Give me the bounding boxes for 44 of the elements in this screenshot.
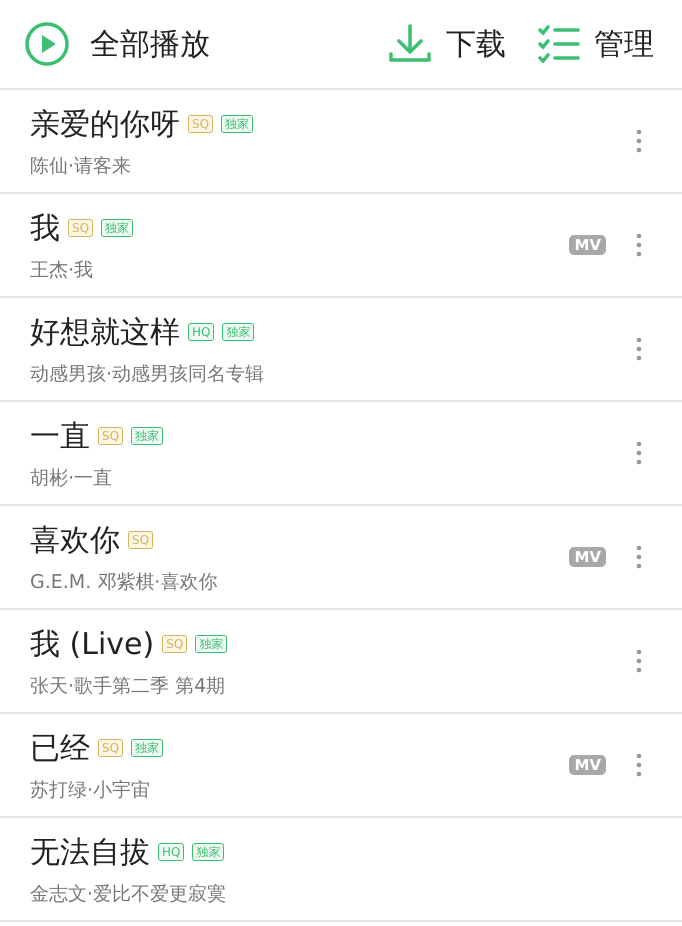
quality-tag: HQ xyxy=(188,323,214,341)
artist-album: 苏打绿·小宇宙 xyxy=(30,778,152,802)
exclusive-tag: 独家 xyxy=(192,843,224,861)
artist-album: 金志文·爱比不爱更寂寞 xyxy=(30,882,228,906)
exclusive-tag: 独家 xyxy=(101,219,134,237)
artist-album: G.E.M. 邓紫棋·喜欢你 xyxy=(30,570,218,594)
song-title: 亲爱的你呀 xyxy=(30,106,180,144)
more-icon[interactable] xyxy=(636,129,642,153)
artist-album: 张天·歌手第二季 第4期 xyxy=(30,674,226,698)
quality-tag: HQ xyxy=(158,843,184,861)
song-title: 好想就这样 xyxy=(30,314,180,352)
artist-album: 动感男孩·动感男孩同名专辑 xyxy=(30,362,266,386)
more-icon[interactable] xyxy=(636,545,642,569)
download-icon xyxy=(388,24,432,64)
song-title: 我 xyxy=(30,210,60,248)
exclusive-tag: 独家 xyxy=(221,115,254,133)
quality-tag: SQ xyxy=(188,115,214,133)
download-button[interactable]: 下载 xyxy=(388,24,506,64)
exclusive-tag: 独家 xyxy=(131,739,164,757)
song-title: 喜欢你 xyxy=(30,522,120,560)
quality-tag: SQ xyxy=(98,739,124,757)
exclusive-tag: 独家 xyxy=(195,635,228,653)
artist-album: 陈仙·请客来 xyxy=(30,154,132,178)
more-icon[interactable] xyxy=(636,441,642,465)
play-all-button[interactable]: 全部播放 xyxy=(24,21,210,67)
more-icon[interactable] xyxy=(636,649,642,673)
song-title: 我 (Live) xyxy=(30,626,154,664)
more-icon[interactable] xyxy=(636,233,642,257)
checklist-icon xyxy=(538,25,580,63)
exclusive-tag: 独家 xyxy=(131,427,164,445)
quality-tag: SQ xyxy=(162,635,188,653)
more-icon[interactable] xyxy=(636,753,642,777)
quality-tag: SQ xyxy=(98,427,124,445)
artist-album: 胡彬·一直 xyxy=(30,466,114,490)
song-title: 已经 xyxy=(30,730,90,768)
artist-album: 王杰·我 xyxy=(30,258,94,282)
manage-button[interactable]: 管理 xyxy=(538,24,654,64)
exclusive-tag: 独家 xyxy=(222,323,254,341)
quality-tag: SQ xyxy=(128,531,154,549)
song-title: 一直 xyxy=(30,418,90,456)
more-icon[interactable] xyxy=(636,337,642,361)
song-title: 无法自拔 xyxy=(30,834,150,872)
quality-tag: SQ xyxy=(68,219,94,237)
play-icon xyxy=(24,21,70,67)
